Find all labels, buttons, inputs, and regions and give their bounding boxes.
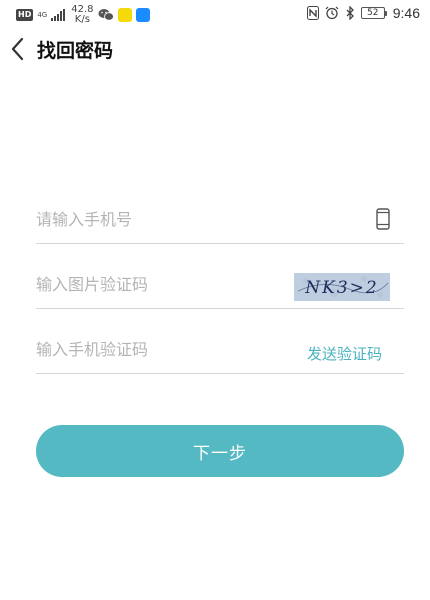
send-code-button[interactable]: 发送验证码 <box>307 343 382 364</box>
app-notification-icon <box>117 8 132 22</box>
hd-badge: HD <box>16 9 34 21</box>
captcha-input[interactable] <box>36 272 276 296</box>
sms-code-row: 发送验证码 <box>36 325 404 374</box>
page-title: 找回密码 <box>37 40 114 62</box>
status-right: 52 9:46 <box>306 5 420 21</box>
bluetooth-icon <box>346 6 354 20</box>
status-left: HD 4G 42.8 K/s <box>16 5 150 25</box>
mobile-phone-icon <box>376 208 390 230</box>
network-speed: 42.8 K/s <box>71 5 93 25</box>
network-type: 4G <box>37 11 48 19</box>
status-time: 9:46 <box>392 5 420 21</box>
sms-code-input[interactable] <box>36 337 276 361</box>
back-button[interactable] <box>0 32 34 66</box>
captcha-image[interactable]: NK3>2 <box>294 273 390 301</box>
captcha-row: NK3>2 <box>36 260 404 309</box>
phone-input[interactable] <box>36 207 276 231</box>
status-bar: HD 4G 42.8 K/s 52 9:46 <box>0 0 430 28</box>
battery-level: 52 <box>360 7 385 19</box>
battery-tip <box>384 10 387 16</box>
wechat-icon <box>98 9 114 21</box>
phone-row <box>36 195 404 244</box>
chat-app-notification-icon <box>135 8 150 22</box>
signal-icon <box>51 9 66 21</box>
alarm-icon <box>325 6 339 20</box>
captcha-text: NK3>2 <box>304 278 378 298</box>
page-header: 找回密码 <box>0 28 430 70</box>
battery-indicator: 52 <box>360 7 387 19</box>
chevron-left-icon <box>11 37 24 61</box>
nfc-icon <box>306 6 319 20</box>
speed-unit: K/s <box>74 14 90 25</box>
next-button[interactable]: 下一步 <box>36 425 404 477</box>
